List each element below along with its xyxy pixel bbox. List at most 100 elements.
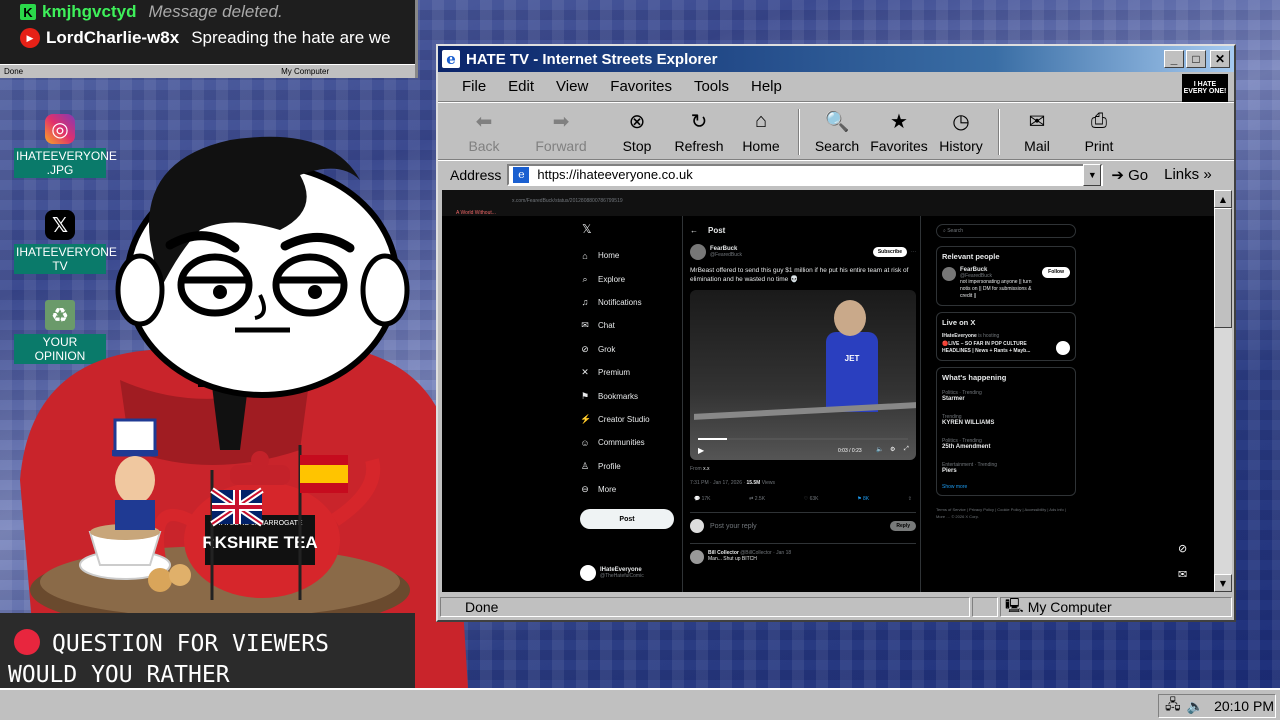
like-action[interactable]: ♡ 63K	[804, 496, 819, 502]
from-user[interactable]: x.x	[703, 466, 709, 472]
nav-premium[interactable]: ✕ Premium	[580, 361, 690, 384]
trend-item[interactable]: Politics · Trending 25th Amendment	[942, 438, 1070, 450]
chat-message: K kmjhgvctyd Message deleted.	[0, 0, 415, 24]
volume-icon[interactable]: 🔈	[1187, 698, 1204, 715]
refresh-button[interactable]: ↻ Refresh	[668, 107, 730, 155]
mail-button[interactable]: ✉ Mail	[1006, 107, 1068, 155]
menu-edit[interactable]: Edit	[508, 78, 534, 95]
history-button[interactable]: ◷ History	[930, 107, 992, 155]
menu-tools[interactable]: Tools	[694, 78, 729, 95]
author-handle: @FearedBuck	[710, 252, 743, 258]
settings-icon[interactable]: ⚙	[890, 446, 895, 453]
print-button[interactable]: ⎙ Print	[1068, 107, 1130, 155]
people-icon: ☺	[580, 437, 590, 448]
vertical-scrollbar[interactable]: ▲ ▼	[1214, 190, 1232, 592]
play-icon[interactable]: ▶	[698, 446, 704, 455]
relevant-person[interactable]: FearBuck @FearedBuck not impersonating an…	[942, 267, 1070, 300]
reply-button[interactable]: Reply	[890, 521, 916, 531]
nav-label: Communities	[598, 438, 645, 448]
back-arrow-icon[interactable]: ←	[690, 226, 698, 235]
reply-input[interactable]: Post your reply	[710, 523, 757, 530]
search-button[interactable]: 🔍 Search	[806, 107, 868, 155]
nav-grok[interactable]: ⊘ Grok	[580, 338, 690, 361]
live-item[interactable]: 🔴LIVE – SO FAR IN POP CULTURE HEADLINES …	[942, 341, 1070, 355]
tweet-time: 7:31 PM · Jan 17, 2026 ·	[690, 480, 746, 486]
youtube-badge-icon: ▶	[20, 28, 40, 48]
home-label: Home	[742, 138, 780, 154]
reply-count: 17K	[701, 496, 711, 502]
links-button[interactable]: Links »	[1164, 166, 1212, 183]
nav-notifications[interactable]: ♫ Notifications	[580, 291, 690, 314]
follow-button[interactable]: Follow	[1042, 267, 1070, 278]
more-icon[interactable]: ···	[911, 249, 916, 255]
video-progress[interactable]	[698, 438, 908, 440]
nav-creator-studio[interactable]: ⚡ Creator Studio	[580, 408, 690, 431]
video-jersey: JET	[826, 332, 878, 412]
ie-logo-icon: e	[442, 50, 460, 68]
menu-view[interactable]: View	[556, 78, 588, 95]
nav-chat[interactable]: ✉ Chat	[580, 314, 690, 337]
nav-home[interactable]: ⌂ Home	[580, 244, 690, 267]
repost-action[interactable]: ⇄ 2.5K	[749, 496, 765, 502]
bell-icon: ♫	[581, 297, 589, 308]
search-input[interactable]: ⌕ Search	[936, 224, 1076, 238]
nav-more[interactable]: ⊖ More	[580, 478, 690, 501]
trend-item[interactable]: Politics · Trending Starmer	[942, 390, 1070, 402]
repost-count: 2.5K	[754, 496, 766, 502]
post-column: ← Post FearBuck @FearedBuck Subscribe ··· …	[690, 222, 916, 564]
maximize-button[interactable]: □	[1186, 50, 1206, 68]
live-title: 🔴LIVE – SO FAR IN POP CULTURE HEADLINES …	[942, 341, 1031, 354]
status-panel	[972, 597, 998, 617]
fullscreen-icon[interactable]: ⤢	[904, 446, 909, 453]
grok-float-icon[interactable]: ⊘	[1178, 542, 1187, 555]
address-dropdown-button[interactable]: ▼	[1083, 163, 1102, 186]
forward-button[interactable]: ➡ Forward	[516, 107, 606, 155]
subscribe-button[interactable]: Subscribe	[872, 247, 907, 257]
tweet-video[interactable]: JET ▶ 0:03 / 0:23 🔈 ⚙ ⤢	[690, 290, 916, 460]
share-icon[interactable]: ⇪	[908, 496, 912, 502]
nav-bookmarks[interactable]: ⚑ Bookmarks	[580, 384, 690, 407]
x-logo-icon[interactable]: 𝕏	[580, 222, 690, 236]
title-bar[interactable]: e HATE TV - Internet Streets Explorer _ …	[438, 46, 1234, 72]
show-more-link[interactable]: Show more	[942, 484, 1070, 490]
address-input[interactable]: e https://ihateeveryone.co.uk ▼	[507, 163, 1104, 186]
chat-text: Message deleted.	[148, 2, 283, 21]
reply-item[interactable]: Bill Collector @BillCollector · Jan 18 M…	[690, 543, 916, 564]
view-count: 15.5M	[746, 480, 761, 486]
minimize-button[interactable]: _	[1164, 50, 1184, 68]
network-icon[interactable]: 🖧	[1165, 694, 1181, 718]
stop-button[interactable]: ⊗ Stop	[606, 107, 668, 155]
reply-action[interactable]: 💬 17K	[694, 496, 711, 502]
nav-profile[interactable]: ♙ Profile	[580, 455, 690, 478]
back-button[interactable]: ⬅ Back	[452, 107, 516, 155]
menu-file[interactable]: File	[462, 78, 486, 95]
from-label: From	[690, 466, 702, 472]
bookmark-action[interactable]: ⚑ 8K	[857, 496, 869, 502]
favorites-button[interactable]: ★ Favorites	[868, 107, 930, 155]
nav-communities[interactable]: ☺ Communities	[580, 431, 690, 454]
footer-links[interactable]: Terms of Service | Privacy Policy | Cook…	[936, 506, 1076, 520]
nav-explore[interactable]: ⌕ Explore	[580, 267, 690, 290]
reply-text: Man... Shut up BITCH	[708, 556, 757, 562]
menu-favorites[interactable]: Favorites	[610, 78, 672, 95]
go-button[interactable]: ➔ Go	[1111, 166, 1148, 184]
brand-logo: I HATE EVERY ONE!	[1182, 74, 1228, 102]
home-button[interactable]: ⌂ Home	[730, 107, 792, 155]
clock[interactable]: 20:10 PM	[1214, 698, 1274, 714]
trend-item[interactable]: Entertainment · Trending Piers	[942, 462, 1070, 474]
menu-help[interactable]: Help	[751, 78, 782, 95]
post-button[interactable]: Post	[580, 509, 674, 530]
volume-icon[interactable]: 🔈	[876, 446, 883, 453]
history-label: History	[939, 138, 983, 154]
computer-icon: 🖳	[1005, 597, 1024, 613]
web-content: x.com/FearedBuck/status/2012808800786799…	[442, 190, 1214, 592]
scroll-down-button[interactable]: ▼	[1214, 574, 1232, 592]
close-button[interactable]: ✕	[1210, 50, 1230, 68]
bookmark-icon: ⚑	[580, 390, 590, 401]
grok-icon: ⊘	[581, 343, 589, 354]
account-switcher[interactable]: IHateEveryone @TheHatefulComic	[580, 565, 690, 582]
trend-item[interactable]: Trending KYREN WILLIAMS	[942, 414, 1070, 426]
scroll-thumb[interactable]	[1214, 208, 1232, 328]
scroll-up-button[interactable]: ▲	[1214, 190, 1232, 208]
messages-float-icon[interactable]: ✉	[1178, 568, 1187, 581]
